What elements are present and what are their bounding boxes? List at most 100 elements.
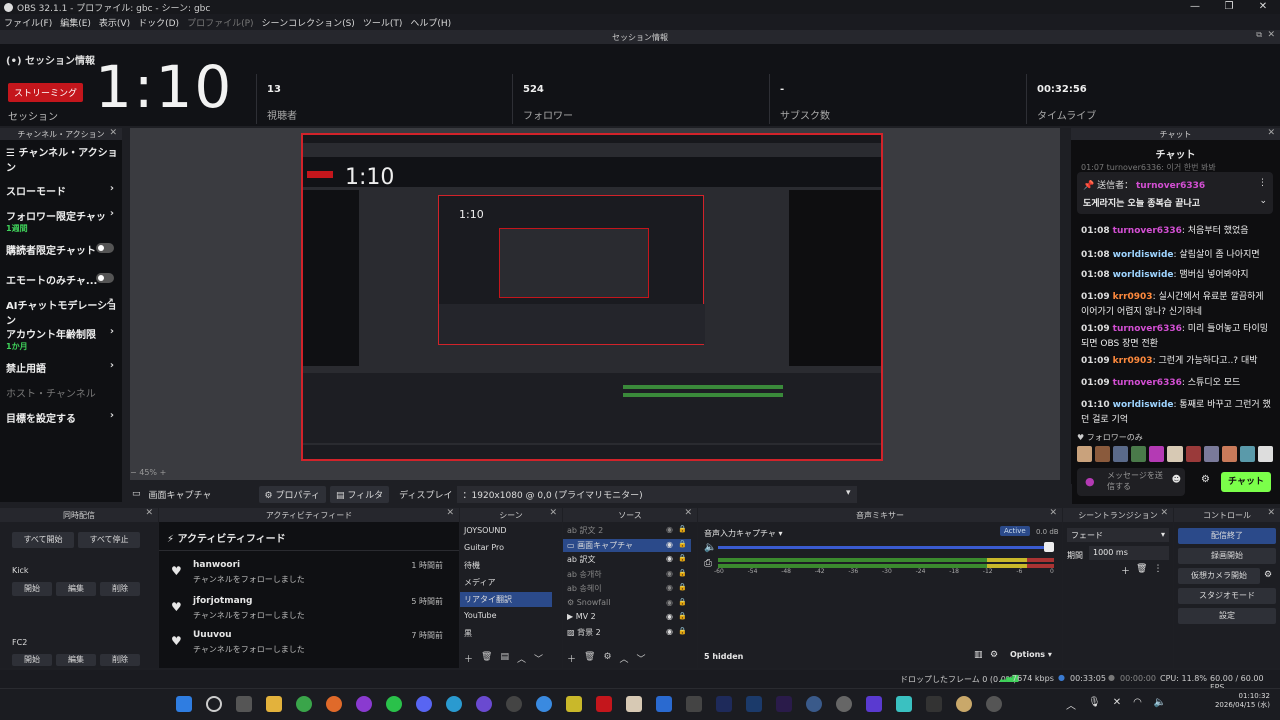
chevron-up-icon[interactable]: ︿ [1066, 697, 1076, 712]
float-icon[interactable]: ⧉ [1256, 30, 1262, 40]
properties-button[interactable]: ⚙ プロパティ [258, 485, 326, 503]
eye-icon[interactable]: ◉ [666, 583, 673, 592]
line-icon[interactable] [386, 696, 402, 712]
target-start-button[interactable]: 開始 [12, 654, 52, 666]
filter-icon[interactable]: ▤ [500, 652, 509, 665]
emote-icon[interactable] [1203, 446, 1219, 462]
gear-icon[interactable]: ⚙ [603, 652, 611, 665]
close-icon[interactable]: ✕ [1267, 128, 1275, 138]
menu-file[interactable]: ファイル(F) [0, 16, 56, 29]
studio-mode-button[interactable]: スタジオモード [1178, 588, 1276, 604]
app-icon[interactable] [926, 696, 942, 712]
close-icon[interactable]: ✕ [684, 508, 692, 518]
menu-help[interactable]: ヘルプ(H) [406, 16, 455, 29]
app-icon[interactable] [686, 696, 702, 712]
app-icon[interactable] [836, 696, 852, 712]
app-icon[interactable] [356, 696, 372, 712]
trash-icon[interactable]: 🗑 [481, 652, 492, 665]
action-emote-only[interactable]: エモートのみチャ... [6, 272, 118, 287]
target-edit-button[interactable]: 編集 [56, 654, 96, 666]
menu-profile[interactable]: プロファイル(P) [183, 16, 257, 29]
close-icon[interactable]: ✕ [1160, 508, 1168, 518]
obs-icon[interactable] [506, 696, 522, 712]
chat-send-button[interactable]: チャット [1221, 472, 1271, 492]
search-icon[interactable] [206, 696, 222, 712]
chat-user[interactable]: worldiswide [1113, 250, 1174, 260]
scene-item[interactable]: メディア [460, 575, 552, 590]
close-icon[interactable]: ✕ [109, 128, 117, 138]
source-item[interactable]: ▭ 画面キャプチャ ◉ 🔒 [563, 538, 691, 552]
app-icon[interactable] [866, 696, 882, 712]
pinned-message[interactable]: 📌 送信者： turnover6336 도게라지는 오늘 종복습 끝나고 ⋮ ⌄ [1077, 172, 1273, 214]
trash-icon[interactable]: 🗑 [584, 652, 595, 665]
action-account-age[interactable]: アカウント年齢制限 1か月 › [6, 326, 118, 352]
duration-input[interactable]: 1000 ms [1089, 546, 1169, 560]
emote-icon[interactable] [1221, 446, 1237, 462]
multistream-dock-header[interactable]: 同時配信 ✕ [0, 508, 158, 522]
zoom-control[interactable]: − 45% + [130, 468, 166, 477]
chat-user[interactable]: turnover6336 [1113, 226, 1182, 236]
source-item[interactable]: ▨ 背景 2 ◉ 🔒 [563, 626, 691, 639]
menu-edit[interactable]: 編集(E) [56, 16, 95, 29]
pinned-user[interactable]: turnover6336 [1136, 181, 1205, 191]
eye-icon[interactable]: ◉ [666, 569, 673, 578]
chat-user[interactable]: worldiswide [1113, 270, 1174, 280]
target-edit-button[interactable]: 編集 [56, 582, 96, 596]
emote-icon[interactable] [1131, 446, 1147, 462]
discord-icon[interactable] [416, 696, 432, 712]
stop-streaming-button[interactable]: 配信終了 [1178, 528, 1276, 544]
volume-slider[interactable] [718, 546, 1054, 549]
transition-select[interactable]: フェード ▾ [1067, 528, 1169, 542]
scene-item[interactable]: Guitar Pro [460, 541, 552, 554]
mixer-dock-header[interactable]: 音声ミキサー ✕ [698, 508, 1062, 522]
source-item[interactable]: ab 訳文 2 ◉ 🔒 [563, 524, 691, 537]
close-icon[interactable]: ✕ [549, 508, 557, 518]
app-icon[interactable] [806, 696, 822, 712]
chat-input[interactable]: ● メッセージを送信する ☻ [1077, 468, 1185, 496]
volume-icon[interactable]: 🔈 [1154, 697, 1166, 712]
stop-all-button[interactable]: すべて停止 [78, 532, 140, 548]
app-icon[interactable] [896, 696, 912, 712]
emote-icon[interactable] [1113, 446, 1129, 462]
toggle-switch[interactable] [96, 243, 114, 253]
close-icon[interactable]: ✕ [1267, 508, 1275, 518]
emote-icon[interactable] [1149, 446, 1165, 462]
emote-row[interactable] [1077, 446, 1274, 462]
add-icon[interactable]: ＋ [464, 652, 473, 665]
firefox-icon[interactable] [326, 696, 342, 712]
menu-view[interactable]: 表示(V) [95, 16, 134, 29]
action-set-goal[interactable]: 目標を設定する › [6, 410, 118, 425]
eye-icon[interactable]: ◉ [666, 525, 673, 534]
arrow-up-icon[interactable]: ︿ [517, 652, 526, 665]
audition-icon[interactable] [716, 696, 732, 712]
photoshop-icon[interactable] [746, 696, 762, 712]
app-icon[interactable] [626, 696, 642, 712]
display-select[interactable]: ：1920x1080 @ 0,0 (プライマリモニター) ▾ [456, 485, 857, 503]
minimize-icon[interactable]: — [1178, 0, 1212, 14]
transitions-dock-header[interactable]: シーントランジション ✕ [1063, 508, 1173, 522]
lock-icon[interactable]: 🔒 [678, 569, 687, 577]
emote-icon[interactable] [1095, 446, 1111, 462]
start-recording-button[interactable]: 録画開始 [1178, 548, 1276, 564]
target-start-button[interactable]: 開始 [12, 582, 52, 596]
scene-item[interactable]: 待機 [460, 558, 552, 573]
menu-tools[interactable]: ツール(T) [359, 16, 407, 29]
lock-icon[interactable]: 🔒 [678, 627, 687, 635]
close-icon[interactable]: ✕ [1267, 30, 1275, 40]
add-icon[interactable]: ＋ [567, 652, 576, 665]
arrow-down-icon[interactable]: ﹀ [534, 652, 543, 665]
lock-icon[interactable]: 🔒 [678, 525, 687, 533]
speaker-icon[interactable]: 🔈 [704, 542, 716, 553]
chrome-icon[interactable] [296, 696, 312, 712]
close-icon[interactable]: ✕ [1246, 0, 1280, 14]
session-dock-header[interactable]: セッション情報 ⧉ ✕ [0, 30, 1280, 44]
toggle-switch[interactable] [96, 273, 114, 283]
source-item[interactable]: ⚙ Snowfall ◉ 🔒 [563, 597, 691, 608]
app-icon[interactable] [596, 696, 612, 712]
app-icon[interactable] [956, 696, 972, 712]
settings-button[interactable]: 設定 [1178, 608, 1276, 624]
close-icon[interactable]: ✕ [446, 508, 454, 518]
scene-item[interactable]: リアタイ翻訳 [460, 592, 552, 607]
chat-user[interactable]: krr0903 [1113, 292, 1153, 302]
clock[interactable]: 01:10:32 2026/04/15 (水) [1208, 692, 1270, 710]
